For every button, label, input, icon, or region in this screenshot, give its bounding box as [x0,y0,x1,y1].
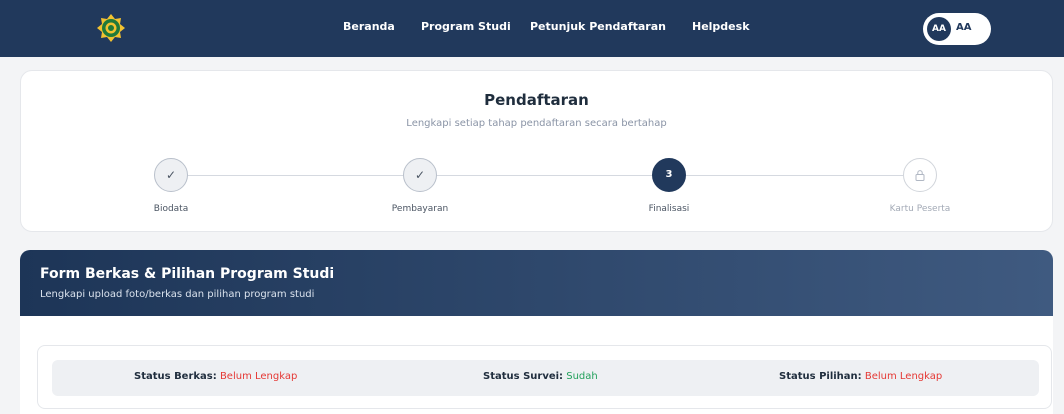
page-title: Pendaftaran [484,91,589,109]
status-pilihan-value: Belum Lengkap [864,371,943,382]
status-berkas-value: Belum Lengkap [219,371,298,382]
lock-icon [915,170,925,181]
form-header: Form Berkas & Pilihan Program Studi Leng… [20,250,1053,316]
status-survei: Status Survei: Sudah [483,371,598,382]
status-pilihan-label: Status Pilihan: [779,371,862,382]
status-survei-value: Sudah [566,371,598,382]
step-pembayaran-check-icon[interactable]: ✓ [403,158,437,192]
status-survei-label: Status Survei: [483,371,564,382]
user-name: AA [956,22,972,33]
step-finalisasi-number[interactable]: 3 [652,158,686,192]
logo-icon[interactable] [96,13,126,43]
registration-steps-card: Pendaftaran Lengkapi setiap tahap pendaf… [20,70,1053,232]
step-label-finalisasi: Finalisasi [648,204,690,214]
top-navbar: Beranda Program Studi Petunjuk Pendaftar… [0,0,1064,57]
step-connector [686,175,903,176]
form-title: Form Berkas & Pilihan Program Studi [40,266,335,282]
step-connector [437,175,652,176]
step-label-kartu-peserta: Kartu Peserta [889,204,951,214]
user-menu-button[interactable]: AA AA [923,13,991,45]
status-pilihan: Status Pilihan: Belum Lengkap [779,371,942,382]
step-biodata-check-icon[interactable]: ✓ [154,158,188,192]
step-connector [188,175,403,176]
form-subtitle: Lengkapi upload foto/berkas dan pilihan … [40,289,315,300]
nav-link-helpdesk[interactable]: Helpdesk [692,20,750,33]
status-row: Status Berkas: Belum Lengkap Status Surv… [52,360,1039,396]
avatar: AA [927,17,951,41]
nav-link-program-studi[interactable]: Program Studi [421,20,511,33]
status-card: Status Berkas: Belum Lengkap Status Surv… [37,345,1052,409]
step-label-pembayaran: Pembayaran [391,204,449,214]
page-subtitle: Lengkapi setiap tahap pendaftaran secara… [406,118,667,129]
step-kartu-peserta [903,158,937,192]
step-label-biodata: Biodata [153,204,189,214]
status-berkas: Status Berkas: Belum Lengkap [134,371,297,382]
nav-link-beranda[interactable]: Beranda [343,20,395,33]
status-berkas-label: Status Berkas: [134,371,217,382]
nav-link-petunjuk-pendaftaran[interactable]: Petunjuk Pendaftaran [530,20,666,33]
